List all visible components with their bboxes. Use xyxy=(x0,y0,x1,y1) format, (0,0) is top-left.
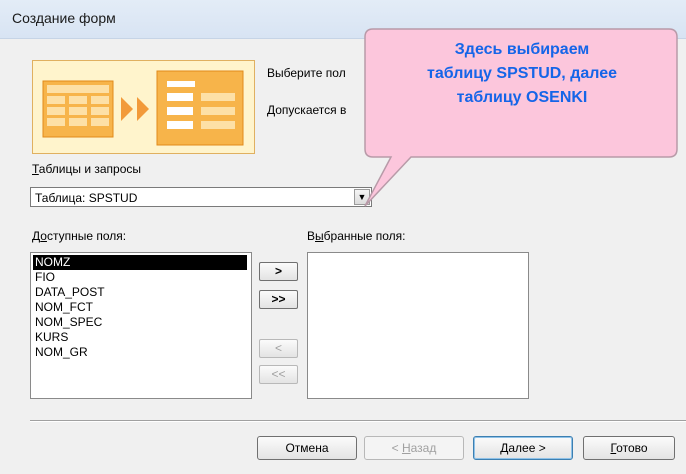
add-all-fields-button[interactable]: >> xyxy=(259,290,298,309)
wizard-illustration xyxy=(32,60,255,154)
footer-divider xyxy=(30,420,686,422)
tables-queries-label: Таблицы и запросы xyxy=(32,162,142,176)
available-fields-list[interactable]: NOMZ FIO DATA_POST NOM_FCT NOM_SPEC KURS… xyxy=(30,252,252,399)
window-title: Создание форм xyxy=(12,10,116,26)
back-button[interactable]: < Назад xyxy=(364,436,464,460)
callout-text: Здесь выбираем таблицу SPSTUD, далее таб… xyxy=(427,41,617,106)
tables-queries-combo[interactable]: Таблица: SPSTUD ▼ xyxy=(30,187,372,207)
remove-field-button[interactable]: < xyxy=(259,339,298,358)
list-item[interactable]: FIO xyxy=(33,270,247,285)
list-item[interactable]: NOMZ xyxy=(33,255,247,270)
list-item[interactable]: NOM_GR xyxy=(33,345,247,360)
available-fields-label: Доступные поля: xyxy=(32,229,127,243)
cancel-button[interactable]: Отмена xyxy=(257,436,357,460)
instruction-text-1: Выберите пол xyxy=(267,66,346,80)
add-field-button[interactable]: > xyxy=(259,262,298,281)
selected-fields-label: Выбранные поля: xyxy=(307,229,406,243)
next-button[interactable]: Далее > xyxy=(473,436,573,460)
list-item[interactable]: NOM_FCT xyxy=(33,300,247,315)
list-item[interactable]: DATA_POST xyxy=(33,285,247,300)
instruction-text-2: Допускается в xyxy=(267,103,347,117)
selected-fields-list[interactable] xyxy=(307,252,529,399)
remove-all-fields-button[interactable]: << xyxy=(259,365,298,384)
list-item[interactable]: KURS xyxy=(33,330,247,345)
combo-selected-value: Таблица: SPSTUD xyxy=(35,191,138,205)
form-wizard-window: Создание форм Выберите пол Допускается в… xyxy=(0,0,686,474)
finish-button[interactable]: Готово xyxy=(583,436,675,460)
list-item[interactable]: NOM_SPEC xyxy=(33,315,247,330)
